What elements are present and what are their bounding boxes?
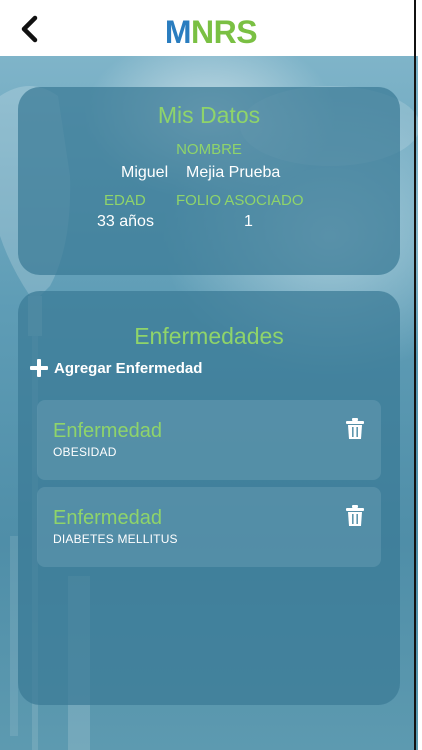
top-bar: MNRS: [0, 0, 422, 56]
profile-title: Mis Datos: [157, 102, 261, 128]
last-name-value: Mejia Prueba: [186, 164, 281, 181]
logo-letters-nrs: NRS: [191, 14, 258, 50]
disease-item-name: OBESIDAD: [53, 445, 117, 459]
first-name-value: Miguel: [121, 164, 169, 181]
logo-letter-m: M: [164, 14, 192, 50]
name-label: NOMBRE: [176, 141, 242, 158]
add-disease-button[interactable]: Agregar Enfermedad: [30, 357, 202, 379]
disease-item[interactable]: Enfermedad DIABETES MELLITUS: [37, 487, 381, 567]
disease-item[interactable]: Enfermedad OBESIDAD: [37, 400, 381, 480]
trash-icon[interactable]: [345, 505, 365, 527]
folio-label: FOLIO ASOCIADO: [176, 192, 304, 209]
folio-value: 1: [244, 213, 253, 230]
disease-item-name: DIABETES MELLITUS: [53, 532, 178, 546]
trash-icon[interactable]: [345, 418, 365, 440]
diseases-title: Enfermedades: [134, 323, 284, 349]
diseases-card: Enfermedades Agregar Enfermedad Enfermed…: [18, 291, 400, 705]
screen: MNRS Mis Datos NOMBRE Miguel Mejia Prueb…: [0, 0, 422, 750]
age-label: EDAD: [104, 192, 146, 209]
age-value: 33 años: [97, 213, 154, 230]
add-disease-label: Agregar Enfermedad: [54, 359, 203, 377]
profile-card: Mis Datos NOMBRE Miguel Mejia Prueba EDA…: [18, 87, 400, 275]
screen-edge-divider: [414, 0, 416, 750]
plus-icon: [30, 359, 48, 377]
app-logo: MNRS: [0, 12, 422, 52]
disease-item-title: Enfermedad: [53, 507, 162, 529]
disease-item-title: Enfermedad: [53, 420, 162, 442]
